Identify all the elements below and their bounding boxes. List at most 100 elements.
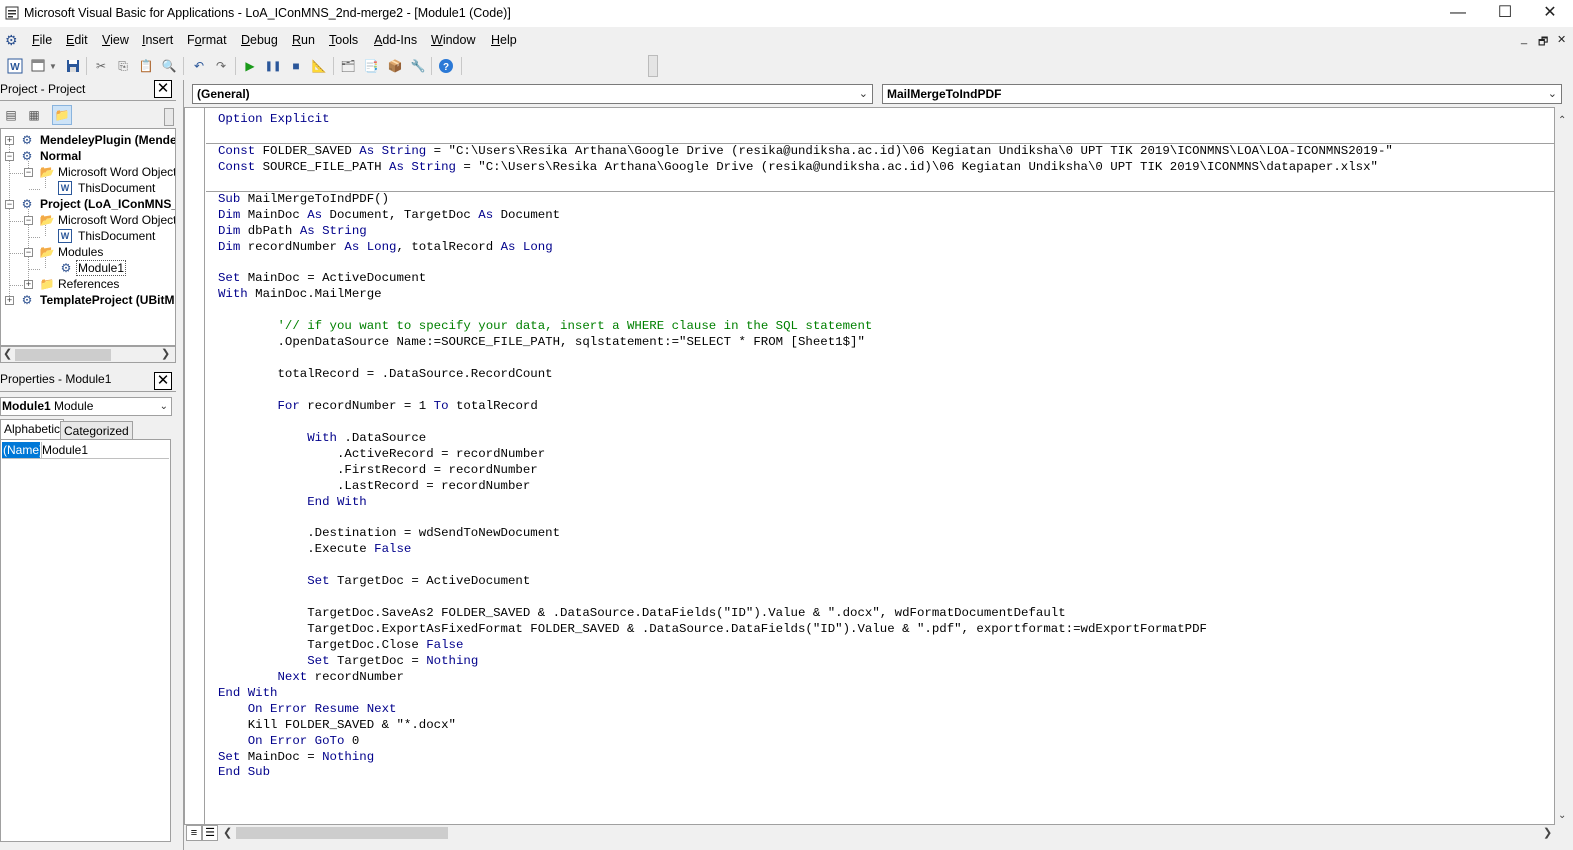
pane-scroll-grip[interactable] [164, 108, 174, 126]
mdi-close-button[interactable]: ✕ [1557, 33, 1566, 46]
close-properties-pane-button[interactable]: ✕ [154, 372, 172, 390]
code-line[interactable] [218, 255, 1393, 271]
code-line[interactable]: End Sub [218, 765, 1393, 781]
tree-node-word-objects[interactable]: Microsoft Word Objects [58, 164, 175, 180]
copy-icon[interactable]: ⎘ [114, 57, 132, 75]
reset-icon[interactable]: ■ [287, 57, 305, 75]
break-icon[interactable]: ❚❚ [264, 57, 282, 75]
property-value[interactable]: Module1 [42, 442, 88, 458]
code-line[interactable]: For recordNumber = 1 To totalRecord [218, 399, 1393, 415]
code-line[interactable]: TargetDoc.Close False [218, 638, 1393, 654]
collapse-toggle[interactable]: − [24, 216, 33, 225]
cut-icon[interactable]: ✂ [92, 57, 110, 75]
menu-help[interactable]: Help [491, 33, 517, 47]
code-line[interactable]: TargetDoc.SaveAs2 FOLDER_SAVED & .DataSo… [218, 606, 1393, 622]
code-line[interactable]: With .DataSource [218, 431, 1393, 447]
menu-view[interactable]: View [102, 33, 129, 47]
paste-icon[interactable]: 📋 [137, 57, 155, 75]
full-module-view-icon[interactable]: ☰ [202, 825, 218, 841]
save-icon[interactable] [64, 57, 82, 75]
scroll-left-icon[interactable]: ❮ [3, 347, 12, 360]
collapse-toggle[interactable]: − [24, 248, 33, 257]
close-project-pane-button[interactable]: ✕ [154, 80, 172, 98]
tree-node-template-project[interactable]: TemplateProject (UBitM [40, 292, 174, 308]
code-line[interactable] [218, 351, 1393, 367]
code-line[interactable]: End With [218, 686, 1393, 702]
menu-window[interactable]: Window [431, 33, 475, 47]
undo-icon[interactable]: ↶ [190, 57, 208, 75]
redo-icon[interactable]: ↷ [212, 57, 230, 75]
code-line[interactable] [218, 176, 1393, 192]
code-line[interactable]: On Error GoTo 0 [218, 734, 1393, 750]
code-line[interactable]: Dim dbPath As String [218, 224, 1393, 240]
object-browser-icon[interactable]: 📦 [386, 57, 404, 75]
code-line[interactable]: Set MainDoc = ActiveDocument [218, 271, 1393, 287]
help-icon[interactable]: ? [437, 57, 455, 75]
code-line[interactable]: Sub MailMergeToIndPDF() [218, 192, 1393, 208]
menu-file[interactable]: File [32, 33, 52, 47]
tree-node-module1[interactable]: Module1 [76, 260, 127, 276]
menu-debug[interactable]: Debug [241, 33, 278, 47]
code-line[interactable]: '// if you want to specify your data, in… [218, 319, 1393, 335]
tab-alphabetic[interactable]: Alphabetic [0, 419, 65, 439]
mdi-restore-button[interactable]: 🗗 [1538, 33, 1548, 52]
menu-format[interactable]: Format [187, 33, 227, 47]
scroll-up-icon[interactable]: ⌃ [1558, 115, 1566, 126]
minimize-button[interactable]: — [1435, 0, 1481, 27]
code-line[interactable] [218, 510, 1393, 526]
view-code-icon[interactable]: ▤ [1, 105, 21, 125]
code-line[interactable]: Set TargetDoc = ActiveDocument [218, 574, 1393, 590]
scroll-right-icon[interactable]: ❯ [1543, 826, 1552, 839]
code-vertical-scrollbar[interactable]: ⌃ ⌄ [1555, 107, 1572, 825]
object-selector[interactable]: Module1 Module ⌄ [0, 397, 172, 416]
code-line[interactable]: Const FOLDER_SAVED As String = "C:\Users… [218, 144, 1393, 160]
dropdown-arrow-icon[interactable]: ▼ [48, 57, 58, 75]
tree-node-normal[interactable]: Normal [40, 148, 81, 164]
code-line[interactable] [218, 558, 1393, 574]
code-line[interactable]: Option Explicit [218, 112, 1393, 128]
code-line[interactable]: .LastRecord = recordNumber [218, 479, 1393, 495]
expand-toggle[interactable]: + [5, 296, 14, 305]
toggle-folders-icon[interactable]: 📁 [52, 105, 72, 125]
procedure-combo[interactable]: MailMergeToIndPDF ⌄ [882, 84, 1562, 104]
code-line[interactable]: Set TargetDoc = Nothing [218, 654, 1393, 670]
code-line[interactable] [218, 590, 1393, 606]
tree-node-word-objects[interactable]: Microsoft Word Objects [58, 212, 175, 228]
scroll-left-icon[interactable]: ❮ [223, 826, 232, 839]
mdi-minimize-button[interactable]: _ [1521, 33, 1527, 45]
procedure-view-icon[interactable]: ≡ [186, 825, 202, 841]
code-line[interactable]: Next recordNumber [218, 670, 1393, 686]
tree-node-references[interactable]: References [58, 276, 119, 292]
code-line[interactable]: Dim MainDoc As Document, TargetDoc As Do… [218, 208, 1393, 224]
menu-run[interactable]: Run [292, 33, 315, 47]
code-line[interactable]: totalRecord = .DataSource.RecordCount [218, 367, 1393, 383]
horizontal-scroll-thumb[interactable] [236, 827, 448, 839]
menu-add-ins[interactable]: Add-Ins [374, 33, 417, 47]
find-icon[interactable]: 🔍 [160, 57, 178, 75]
project-horizontal-scrollbar[interactable]: ❮ ❯ [0, 346, 176, 363]
toolbox-icon[interactable]: 🔧 [409, 57, 427, 75]
scroll-thumb[interactable] [15, 349, 111, 361]
menu-tools[interactable]: Tools [329, 33, 358, 47]
scroll-right-icon[interactable]: ❯ [161, 347, 170, 360]
code-line[interactable] [218, 128, 1393, 144]
collapse-toggle[interactable]: − [5, 152, 14, 161]
code-line[interactable]: .Destination = wdSendToNewDocument [218, 526, 1393, 542]
code-line[interactable]: Set MainDoc = Nothing [218, 750, 1393, 766]
tree-node-thisdocument[interactable]: ThisDocument [78, 180, 155, 196]
insert-module-icon[interactable] [30, 57, 48, 75]
word-view-icon[interactable]: W [6, 57, 24, 75]
tree-node-modules[interactable]: Modules [58, 244, 103, 260]
expand-toggle[interactable]: + [24, 280, 33, 289]
property-row[interactable]: (Name) Module1 [2, 442, 169, 459]
code-text[interactable]: Option Explicit Const FOLDER_SAVED As St… [218, 112, 1393, 781]
collapse-toggle[interactable]: − [24, 168, 33, 177]
code-line[interactable] [218, 383, 1393, 399]
tab-categorized[interactable]: Categorized [60, 421, 133, 439]
code-line[interactable]: .OpenDataSource Name:=SOURCE_FILE_PATH, … [218, 335, 1393, 351]
code-line[interactable]: End With [218, 495, 1393, 511]
code-line[interactable] [218, 415, 1393, 431]
tree-node-mendeley-plugin[interactable]: MendeleyPlugin (Mende [40, 132, 175, 148]
maximize-button[interactable]: ☐ [1482, 0, 1528, 27]
properties-window-icon[interactable]: 📑 [362, 57, 380, 75]
